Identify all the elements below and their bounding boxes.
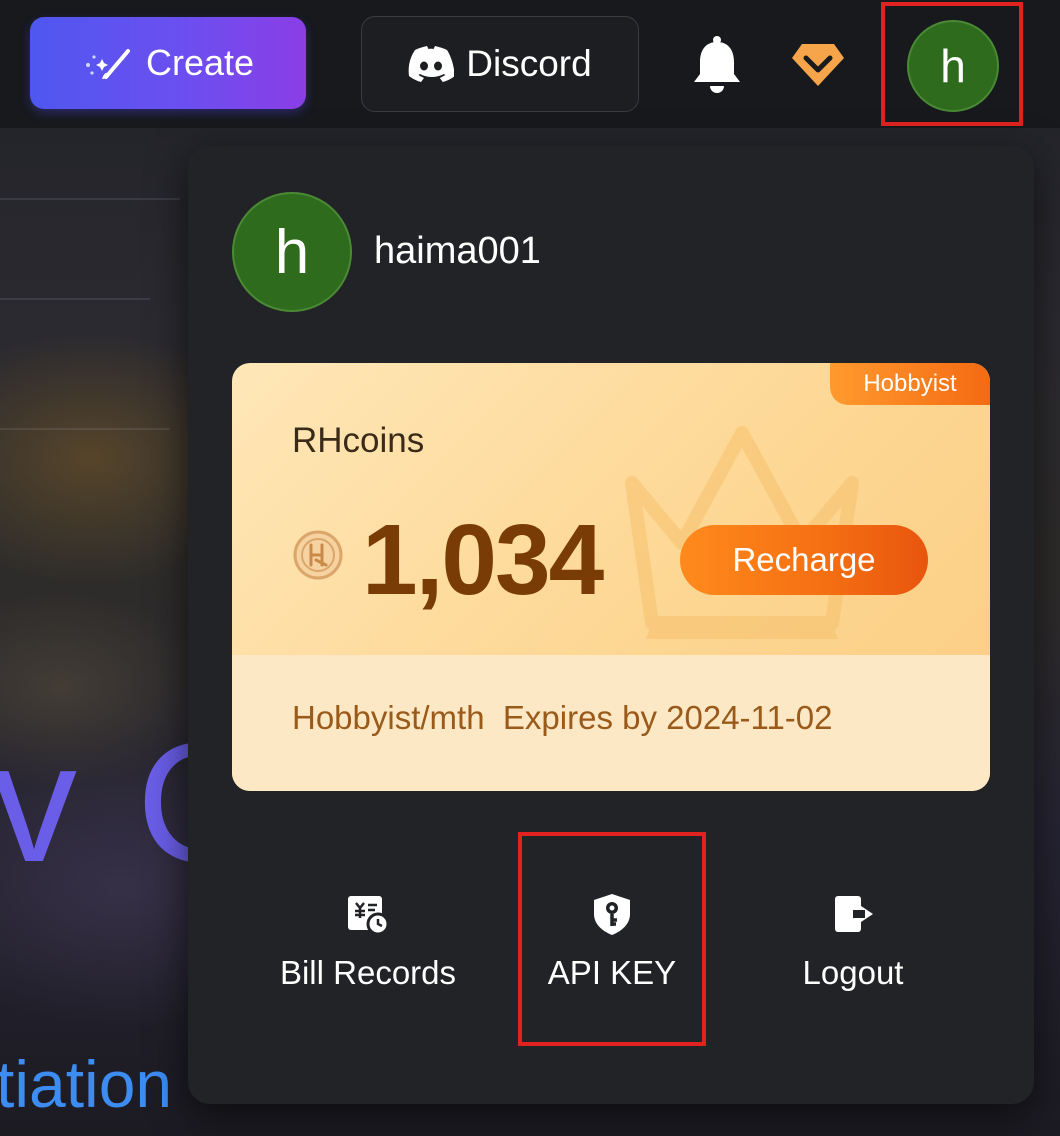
- create-button[interactable]: Create: [30, 17, 306, 109]
- bill-icon: [348, 896, 390, 936]
- crown-watermark-icon: [625, 426, 859, 639]
- logout-label: Logout: [802, 954, 904, 991]
- coin-balance: 1,034: [362, 504, 604, 616]
- highlight-box: [881, 2, 1023, 126]
- discord-button-label: Discord: [466, 43, 592, 84]
- coins-label: RHcoins: [292, 421, 425, 460]
- tier-badge: Hobbyist: [830, 363, 990, 405]
- bill-records-button[interactable]: Bill Records: [258, 892, 478, 1022]
- create-button-label: Create: [145, 42, 255, 83]
- bill-records-label: Bill Records: [279, 954, 457, 991]
- discord-icon: [408, 46, 455, 82]
- rhcoin-icon: [293, 530, 343, 580]
- logout-icon: [835, 896, 873, 932]
- coins-card: Hobbyist RHcoins 1,034 Recharge Hobbyist…: [232, 363, 990, 791]
- bell-icon[interactable]: [688, 34, 746, 94]
- hero-decoration: [0, 198, 180, 200]
- hero-decoration: [0, 428, 170, 430]
- highlight-box: [518, 832, 706, 1046]
- recharge-button[interactable]: Recharge: [680, 525, 928, 595]
- discord-button[interactable]: Discord: [361, 16, 639, 112]
- hero-subtitle: tiation: [0, 1047, 173, 1121]
- plan-expiry: Hobbyist/mth Expires by 2024-11-02: [292, 699, 833, 736]
- hero-decoration: [0, 298, 150, 300]
- avatar: h: [232, 192, 352, 312]
- magic-wand-icon: [85, 49, 130, 79]
- top-navbar: Create Discord h: [0, 0, 1060, 128]
- vip-diamond-icon[interactable]: [790, 40, 846, 90]
- page: v C tiation Create Discord h h haima001 …: [0, 0, 1060, 1136]
- username: haima001: [374, 230, 541, 272]
- account-dropdown: h haima001 Hobbyist RHcoins 1,034 Rechar…: [188, 146, 1034, 1104]
- logout-button[interactable]: Logout: [748, 892, 958, 1022]
